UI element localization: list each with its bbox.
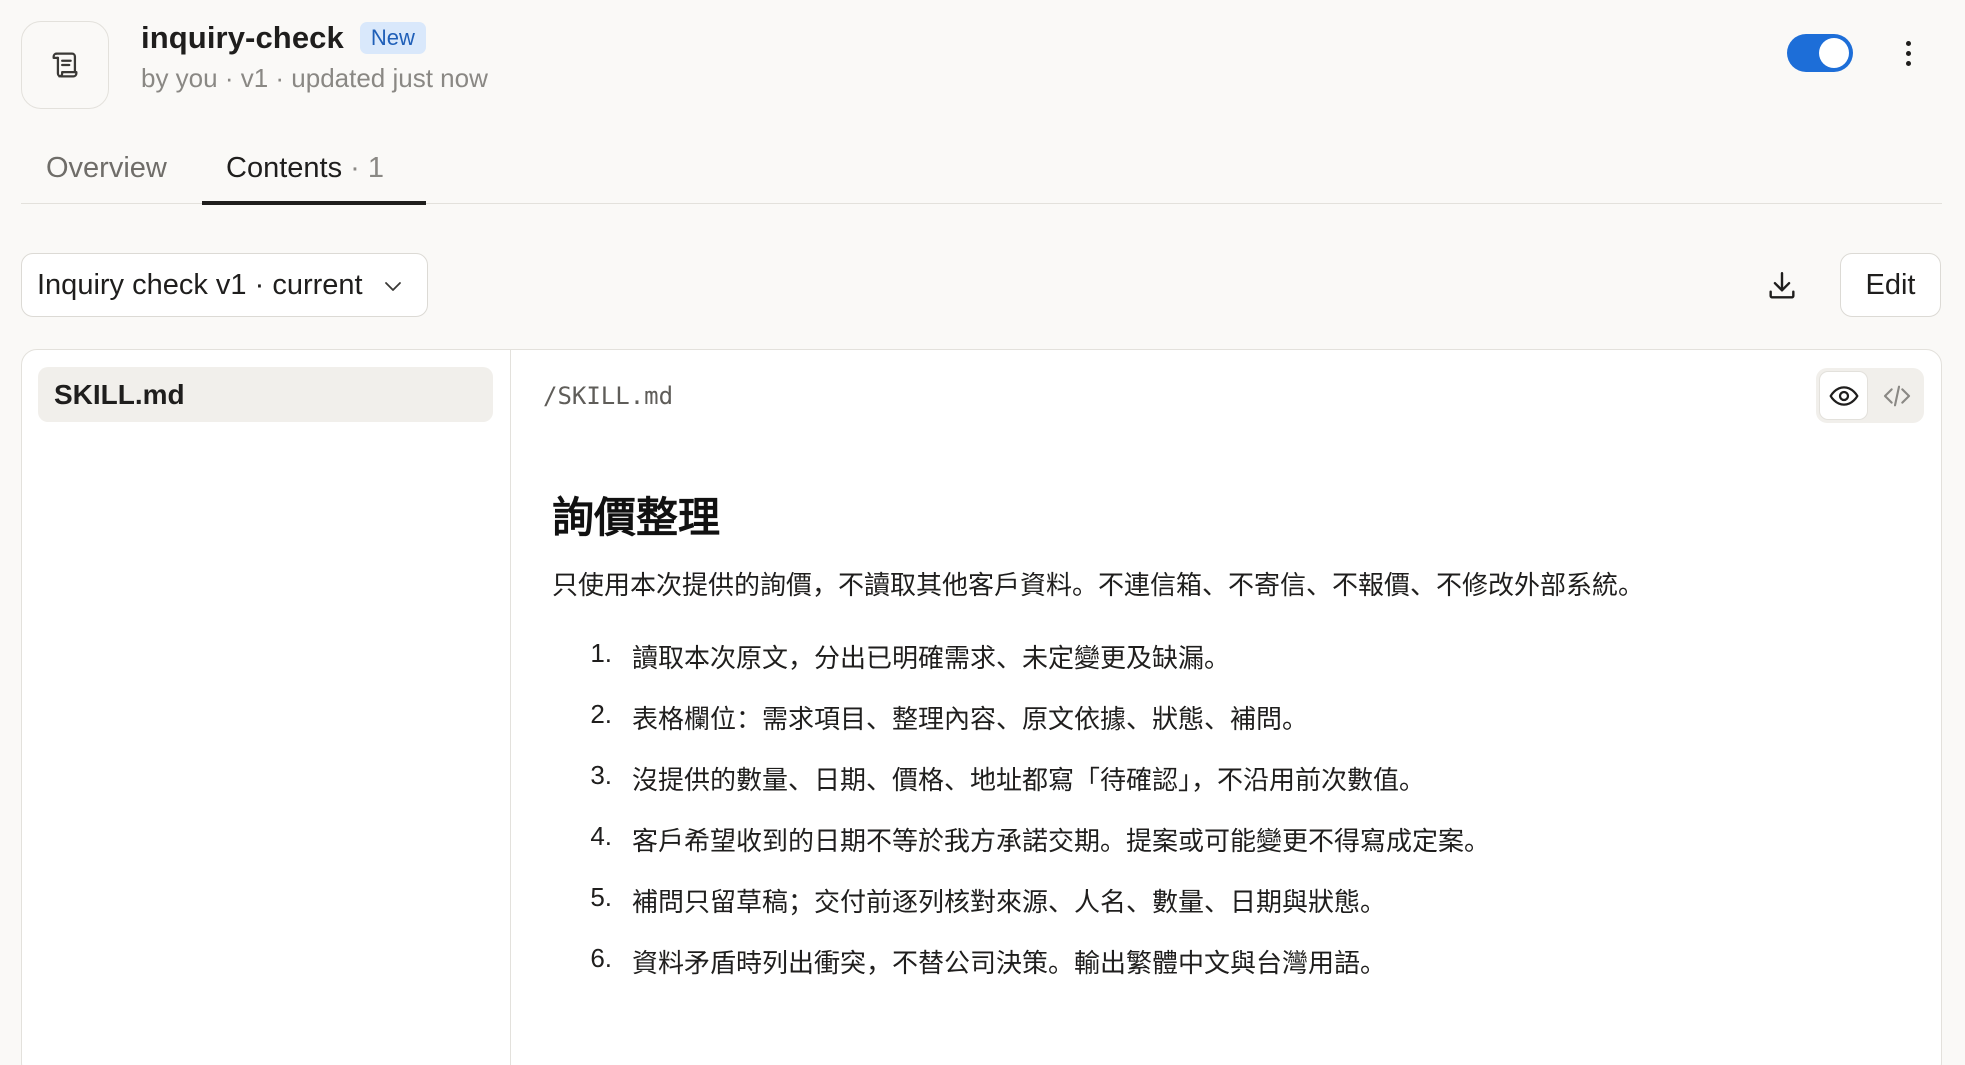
document-intro: 只使用本次提供的詢價，不讀取其他客戶資料。不連信箱、不寄信、不報價、不修改外部系… (552, 570, 1645, 600)
list-item: 2. 表格欄位：需求項目、整理內容、原文依據、狀態、補問。 (582, 699, 1882, 739)
preview-view-button[interactable] (1819, 371, 1868, 420)
list-item-text: 表格欄位：需求項目、整理內容、原文依據、狀態、補問。 (632, 704, 1309, 734)
tab-overview[interactable]: Overview (46, 152, 167, 185)
content-panel: SKILL.md /SKILL.md 詢價整理 只使用本次提供的詢價，不讀取其他… (21, 349, 1942, 1065)
eye-icon (1829, 385, 1858, 406)
list-item: 4. 客戶希望收到的日期不等於我方承諾交期。提案或可能變更不得寫成定案。 (582, 821, 1882, 861)
list-item-text: 資料矛盾時列出衝突，不替公司決策。輸出繁體中文與台灣用語。 (632, 948, 1387, 978)
chevron-down-icon (385, 282, 401, 291)
list-item: 3. 沒提供的數量、日期、價格、地址都寫「待確認」，不沿用前次數值。 (582, 760, 1882, 800)
list-item: 5. 補問只留草稿；交付前逐列核對來源、人名、數量、日期與狀態。 (582, 882, 1882, 922)
download-icon (1769, 272, 1795, 299)
edit-button[interactable]: Edit (1840, 253, 1941, 317)
list-item-text: 補問只留草稿；交付前逐列核對來源、人名、數量、日期與狀態。 (632, 887, 1387, 917)
enable-toggle[interactable] (1787, 34, 1853, 72)
more-vertical-icon (1905, 40, 1911, 46)
tab-label: Overview (46, 152, 167, 184)
view-mode-toggle (1816, 368, 1924, 423)
list-item-number: 1. (590, 638, 612, 668)
code-view-button[interactable] (1872, 371, 1921, 420)
scroll-icon (52, 52, 78, 78)
skill-subtitle: by you · v1 · updated just now (141, 63, 488, 93)
document-heading: 詢價整理 (552, 494, 721, 541)
toggle-knob (1819, 38, 1849, 68)
list-item-number: 6. (590, 943, 612, 973)
list-item: 1. 讀取本次原文，分出已明確需求、未定變更及缺漏。 (582, 638, 1882, 678)
list-item-number: 2. (590, 699, 612, 729)
list-item: 6. 資料矛盾時列出衝突，不替公司決策。輸出繁體中文與台灣用語。 (582, 943, 1882, 983)
new-badge: New (359, 22, 426, 54)
skill-title: inquiry-check (141, 20, 344, 55)
version-select[interactable]: Inquiry check v1 · current (21, 253, 428, 317)
active-tab-indicator (202, 201, 426, 205)
skill-icon-tile (21, 21, 109, 109)
title-row: inquiry-check New (141, 20, 426, 56)
list-item-number: 4. (590, 821, 612, 851)
tab-bar: Overview Contents · 1 (21, 140, 1942, 205)
list-item-number: 3. (590, 760, 612, 790)
list-item-text: 客戶希望收到的日期不等於我方承諾交期。提案或可能變更不得寫成定案。 (632, 826, 1491, 856)
more-vertical-icon-dot (1905, 50, 1911, 56)
more-options-button[interactable] (1890, 34, 1926, 72)
tab-contents[interactable]: Contents · 1 (226, 152, 384, 185)
list-item-number: 5. (590, 882, 612, 912)
download-button[interactable] (1760, 264, 1804, 308)
file-item-skill-md[interactable]: SKILL.md (38, 367, 493, 422)
version-label: Inquiry check v1 · current (37, 268, 363, 301)
tab-label: Contents (226, 152, 343, 184)
code-icon (1883, 385, 1910, 406)
file-tree: SKILL.md (22, 350, 511, 1065)
file-path: /SKILL.md (543, 382, 674, 410)
list-item-text: 沒提供的數量、日期、價格、地址都寫「待確認」，不沿用前次數值。 (632, 765, 1426, 795)
tab-count: · 1 (342, 152, 384, 184)
more-vertical-icon-dot (1905, 60, 1911, 66)
list-item-text: 讀取本次原文，分出已明確需求、未定變更及缺漏。 (632, 643, 1231, 673)
